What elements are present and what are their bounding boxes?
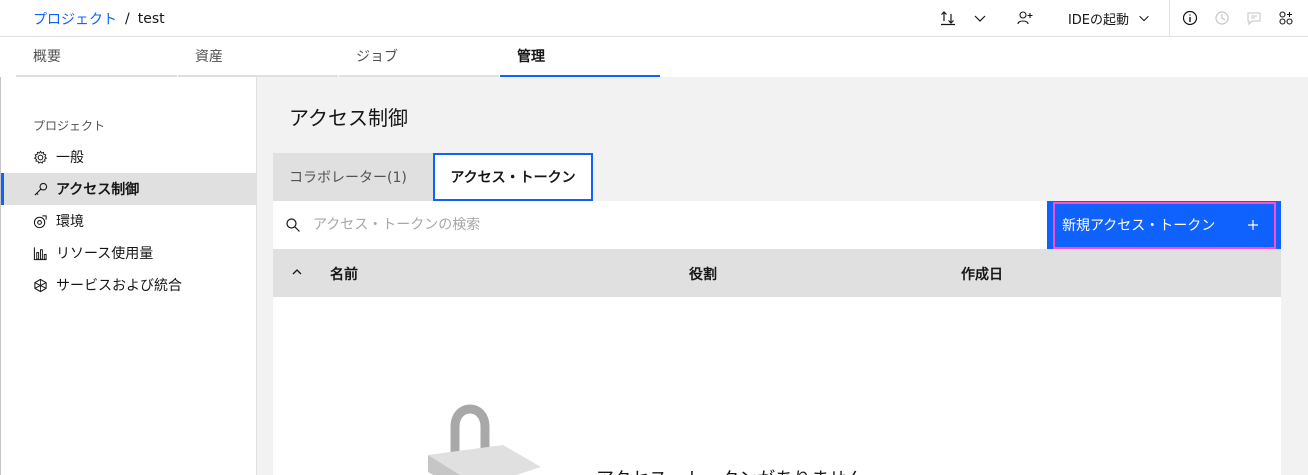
tab-assets[interactable]: 資産: [178, 37, 338, 77]
comment-icon: [1247, 12, 1261, 26]
tab-jobs[interactable]: ジョブ: [339, 37, 499, 77]
sidebar-item-general[interactable]: 一般: [1, 141, 257, 173]
sidebar-item-environment[interactable]: 環境: [1, 205, 257, 237]
integration-icon: [34, 278, 47, 292]
tab-overview[interactable]: 概要: [16, 37, 177, 77]
gear-icon: [33, 150, 48, 164]
add-collaborator-button[interactable]: [996, 0, 1054, 36]
breadcrumb: プロジェクト / test: [33, 9, 165, 29]
tab-label: コラボレーター(1): [289, 170, 407, 186]
sidebar-item-label: 一般: [56, 150, 84, 166]
empty-state-message: アクセス・トークンがありません: [596, 465, 865, 475]
tab-collaborators[interactable]: コラボレーター(1): [273, 153, 433, 201]
sidebar-item-label: リソース使用量: [56, 246, 154, 262]
tab-label: アクセス・トークン: [450, 170, 576, 186]
tab-label: 概要: [33, 49, 61, 65]
chevron-up-icon[interactable]: [290, 265, 304, 279]
add-user-icon: [1017, 11, 1033, 25]
topbar-actions: IDEの起動: [932, 0, 1308, 36]
table-header: 名前 役割 作成日: [273, 249, 1281, 297]
breadcrumb-current: test: [137, 11, 165, 27]
upload-download-button[interactable]: [932, 0, 964, 36]
environment-icon: [33, 214, 47, 228]
info-button[interactable]: [1174, 0, 1206, 36]
chevron-down-icon: [974, 15, 986, 22]
sidebar-item-access-control[interactable]: アクセス制御: [1, 173, 257, 205]
search-input[interactable]: [313, 201, 1013, 249]
column-header-name[interactable]: 名前: [330, 264, 358, 284]
tab-access-tokens[interactable]: アクセス・トークン: [433, 153, 593, 201]
sidebar-heading: プロジェクト: [33, 119, 106, 133]
top-bar: プロジェクト / test IDEの起動: [0, 0, 1308, 37]
lock-illustration-icon: [428, 404, 541, 475]
upload-menu-button[interactable]: [964, 0, 996, 36]
tab-label: 資産: [195, 49, 223, 65]
comments-button[interactable]: [1238, 0, 1270, 36]
project-tabs: 概要 資産 ジョブ 管理: [0, 37, 1308, 77]
sidebar: プロジェクト 一般 アクセス制御 環境 リソース使用量 サービスおよび統合: [1, 77, 257, 475]
launch-ide-button[interactable]: IDEの起動: [1054, 0, 1165, 36]
sidebar-item-resource-usage[interactable]: リソース使用量: [1, 237, 257, 269]
sidebar-item-label: サービスおよび統合: [56, 278, 182, 294]
breadcrumb-project-link[interactable]: プロジェクト: [33, 9, 117, 29]
column-header-role[interactable]: 役割: [689, 264, 717, 284]
launch-ide-label: IDEの起動: [1067, 12, 1129, 28]
info-icon: [1182, 10, 1198, 26]
new-access-token-label: 新規アクセス・トークン: [1062, 218, 1216, 234]
new-access-token-button[interactable]: 新規アクセス・トークン: [1047, 201, 1281, 249]
plus-icon: [1248, 220, 1258, 230]
column-header-created[interactable]: 作成日: [961, 264, 1003, 284]
breadcrumb-separator: /: [125, 11, 130, 27]
sidebar-item-label: アクセス制御: [56, 182, 140, 198]
tab-label: ジョブ: [356, 49, 398, 65]
sidebar-item-services-integrations[interactable]: サービスおよび統合: [1, 269, 257, 301]
chart-bar-icon: [33, 246, 47, 260]
manage-button[interactable]: [1270, 0, 1302, 36]
chevron-down-icon: [1139, 15, 1149, 22]
key-icon: [34, 182, 48, 196]
tab-label: 管理: [517, 49, 545, 65]
table-body: アクセス・トークンがありません: [273, 297, 1281, 475]
sidebar-item-label: 環境: [56, 214, 84, 230]
manage-icon: [1279, 11, 1293, 25]
upload-download-icon: [940, 11, 955, 26]
tab-manage[interactable]: 管理: [500, 37, 660, 77]
search-icon: [286, 218, 300, 232]
history-button[interactable]: [1206, 0, 1238, 36]
page-title: アクセス制御: [289, 106, 408, 130]
divider: [1169, 0, 1170, 36]
history-icon: [1215, 11, 1229, 25]
